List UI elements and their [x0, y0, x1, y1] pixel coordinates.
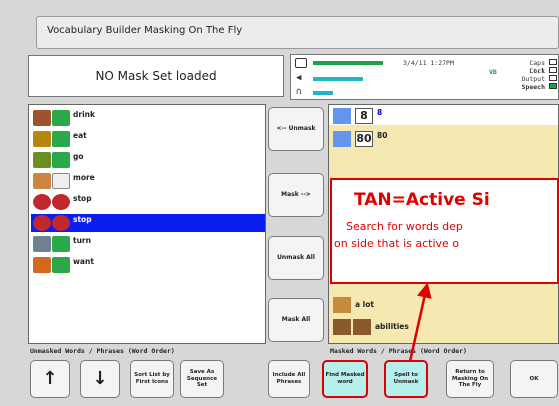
ok-button[interactable]: OK: [510, 360, 558, 398]
move-up-button[interactable]: ↑: [30, 360, 70, 398]
find-masked-word-button[interactable]: Find Masked word: [322, 360, 368, 398]
sort-list-button[interactable]: Sort List by First Icons: [130, 360, 174, 398]
spell-to-unmask-button[interactable]: Spell to Unmask: [384, 360, 428, 398]
include-all-phrases-button[interactable]: Include All Phrases: [268, 360, 310, 398]
return-to-masking-button[interactable]: Return to Masking On The Fly: [446, 360, 494, 398]
move-down-button[interactable]: ↓: [80, 360, 120, 398]
annotation-arrow: [407, 282, 432, 367]
save-as-sequence-set-button[interactable]: Save As Sequence Set: [180, 360, 224, 398]
